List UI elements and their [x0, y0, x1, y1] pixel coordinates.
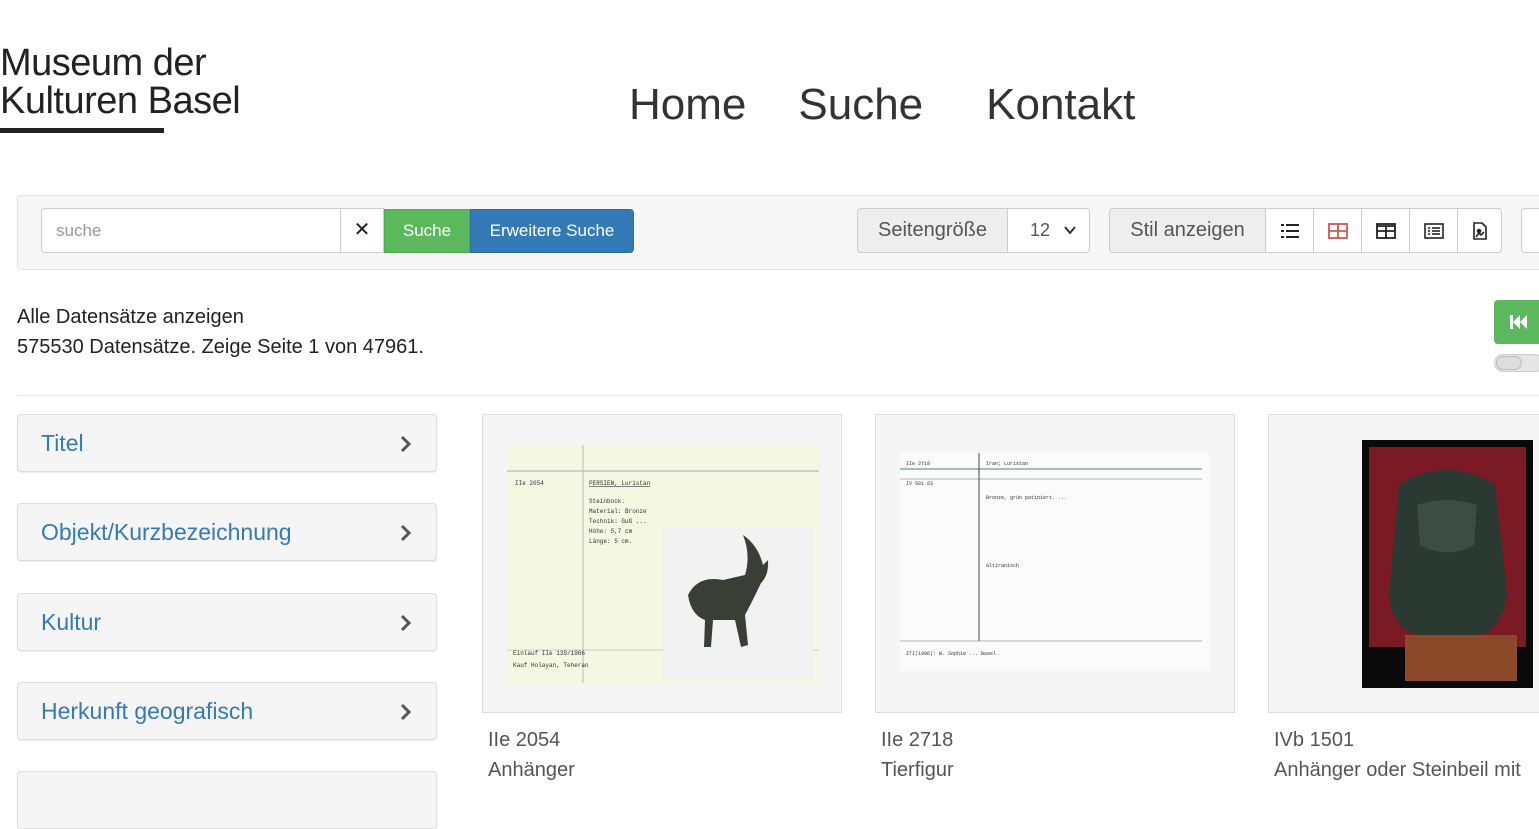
style-detail-button[interactable]: [1409, 208, 1458, 253]
record-id-3[interactable]: IVb 1501: [1274, 729, 1354, 752]
record-title-2[interactable]: Tierfigur: [881, 759, 954, 782]
museum-logo[interactable]: Museum der Kulturen Basel: [0, 42, 241, 122]
pagesize-label: Seitengröße: [857, 208, 1008, 253]
grid-icon: [1327, 222, 1348, 239]
style-label: Stil anzeigen: [1109, 208, 1266, 253]
results-summary: 575530 Datensätze. Zeige Seite 1 von 479…: [17, 336, 424, 358]
skip-back-icon: [1510, 315, 1528, 329]
style-grid-button[interactable]: [1313, 208, 1362, 253]
search-button[interactable]: Suche: [384, 209, 470, 253]
nav-suche[interactable]: Suche: [798, 80, 923, 130]
facet-label: Herkunft geografisch: [41, 698, 254, 724]
facet-label: Kultur: [41, 609, 102, 635]
svg-text:Steinbock.: Steinbock.: [589, 498, 625, 505]
record-image-3[interactable]: [1268, 414, 1539, 713]
search-input[interactable]: suche: [41, 208, 341, 253]
document-image-icon: [1472, 221, 1487, 240]
logo-line-1: Museum der: [0, 42, 207, 84]
nav-kontakt[interactable]: Kontakt: [986, 80, 1135, 130]
logo-underline: [0, 128, 164, 133]
facet-titel[interactable]: Titel: [17, 414, 437, 472]
show-all-records-link[interactable]: Alle Datensätze anzeigen: [17, 302, 424, 332]
site-header: Museum der Kulturen Basel Home Suche Kon…: [0, 0, 1539, 170]
advanced-search-button[interactable]: Erweitere Suche: [470, 209, 634, 253]
toggle-knob: [1496, 356, 1522, 370]
svg-text:Technik: Guß ...: Technik: Guß ...: [589, 518, 647, 525]
list-icon: [1280, 223, 1299, 238]
record-id-1[interactable]: IIe 2054: [488, 729, 560, 752]
divider: [17, 395, 1539, 396]
main-nav: Home Suche Kontakt: [629, 80, 1135, 130]
style-list-button[interactable]: [1265, 208, 1314, 253]
view-toggle[interactable]: [1494, 354, 1539, 372]
facet-label: Titel: [41, 430, 84, 456]
style-table-button[interactable]: [1361, 208, 1410, 253]
svg-text:Material: Bronze: Material: Bronze: [589, 508, 647, 515]
svg-text:Länge: 5 cm.: Länge: 5 cm.: [589, 538, 632, 545]
facet-objekt[interactable]: Objekt/Kurzbezeichnung: [17, 503, 437, 561]
logo-line-2: Kulturen Basel: [0, 80, 241, 122]
svg-text:IIe 2718: IIe 2718: [906, 461, 930, 467]
chevron-down-icon: [1063, 209, 1077, 269]
svg-text:altiranisch: altiranisch: [986, 563, 1019, 569]
record-title-1[interactable]: Anhänger: [488, 759, 575, 782]
record-title-3[interactable]: Anhänger oder Steinbeil mit: [1274, 759, 1521, 782]
facet-herkunft[interactable]: Herkunft geografisch: [17, 682, 437, 740]
facet-more[interactable]: [17, 771, 437, 829]
record-image-2[interactable]: IIe 2718 Iran; Luristan IV 501 63 Bronze…: [875, 414, 1235, 713]
svg-text:Iran; Luristan: Iran; Luristan: [986, 461, 1028, 467]
svg-text:Einlauf IIe 139/1966: Einlauf IIe 139/1966: [513, 650, 585, 657]
chevron-right-icon: [400, 613, 412, 633]
results-info: Alle Datensätze anzeigen 575530 Datensät…: [17, 302, 424, 362]
record-id-2[interactable]: IIe 2718: [881, 729, 953, 752]
svg-text:ZTI(1996): W. Sophie ... Basel: ZTI(1996): W. Sophie ... Basel: [906, 651, 996, 657]
table-grid-icon: [1375, 222, 1396, 239]
svg-text:Höhe: 5,7 cm: Höhe: 5,7 cm: [589, 528, 633, 535]
svg-text:PERSIEN, Luristan: PERSIEN, Luristan: [589, 480, 651, 487]
pagesize-select[interactable]: 12: [1007, 208, 1090, 253]
toolbar-extra-control[interactable]: [1521, 208, 1539, 253]
svg-text:Kauf Holayan, Teheran: Kauf Holayan, Teheran: [513, 662, 589, 669]
facet-kultur[interactable]: Kultur: [17, 593, 437, 651]
photo-image: [1362, 440, 1533, 688]
svg-text:Bronze, grün patiniert. ...: Bronze, grün patiniert. ...: [986, 495, 1067, 501]
svg-text:IV 501 63: IV 501 63: [906, 481, 933, 487]
chevron-right-icon: [400, 523, 412, 543]
first-page-button[interactable]: [1494, 300, 1539, 344]
search-toolbar: suche ✕ Suche Erweitere Suche Seitengröß…: [17, 195, 1539, 270]
chevron-right-icon: [400, 702, 412, 722]
detail-list-icon: [1423, 222, 1444, 239]
record-image-1[interactable]: IIe 2054 PERSIEN, Luristan Steinbock. Ma…: [482, 414, 842, 713]
catalog-card-image: IIe 2054 PERSIEN, Luristan Steinbock. Ma…: [507, 445, 819, 683]
clear-search-button[interactable]: ✕: [340, 208, 384, 253]
pagesize-value: 12: [1030, 220, 1051, 240]
style-document-button[interactable]: [1457, 208, 1502, 253]
catalog-card-image: IIe 2718 Iran; Luristan IV 501 63 Bronze…: [900, 453, 1210, 671]
facet-label: Objekt/Kurzbezeichnung: [41, 519, 292, 545]
svg-text:IIe 2054: IIe 2054: [515, 480, 544, 487]
chevron-right-icon: [400, 434, 412, 454]
nav-home[interactable]: Home: [629, 80, 746, 130]
